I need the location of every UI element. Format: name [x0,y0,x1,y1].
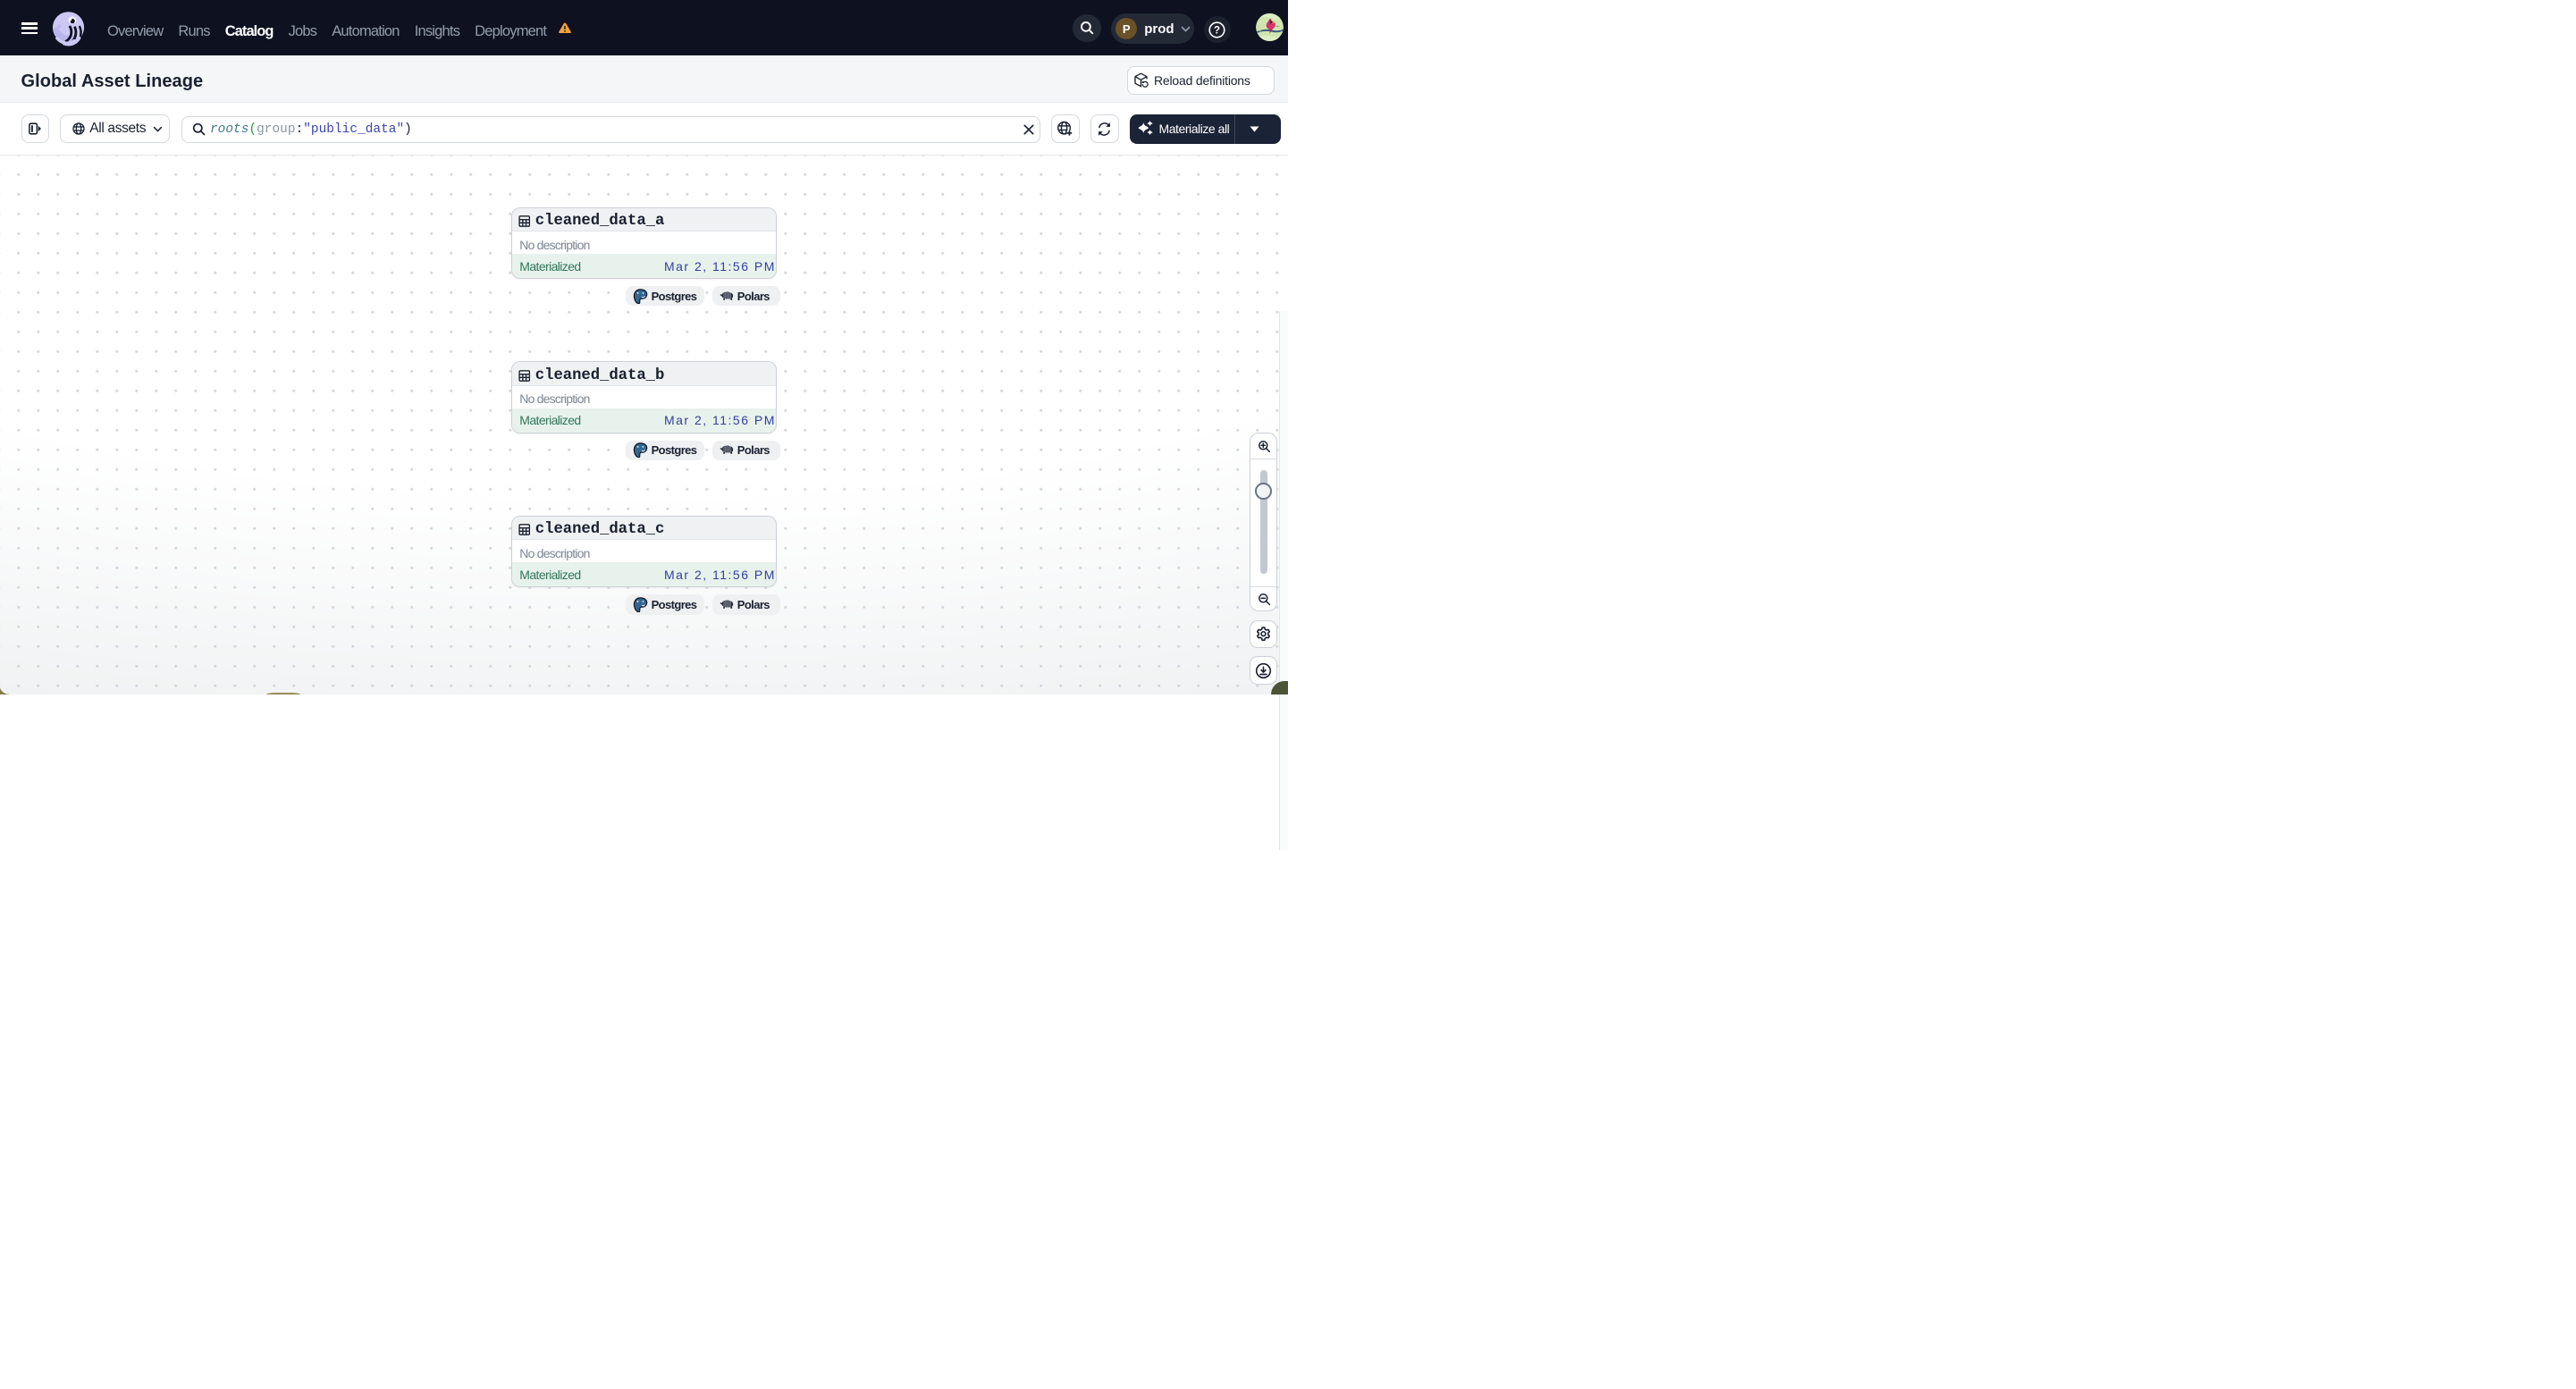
svg-text:?: ? [1214,25,1220,36]
